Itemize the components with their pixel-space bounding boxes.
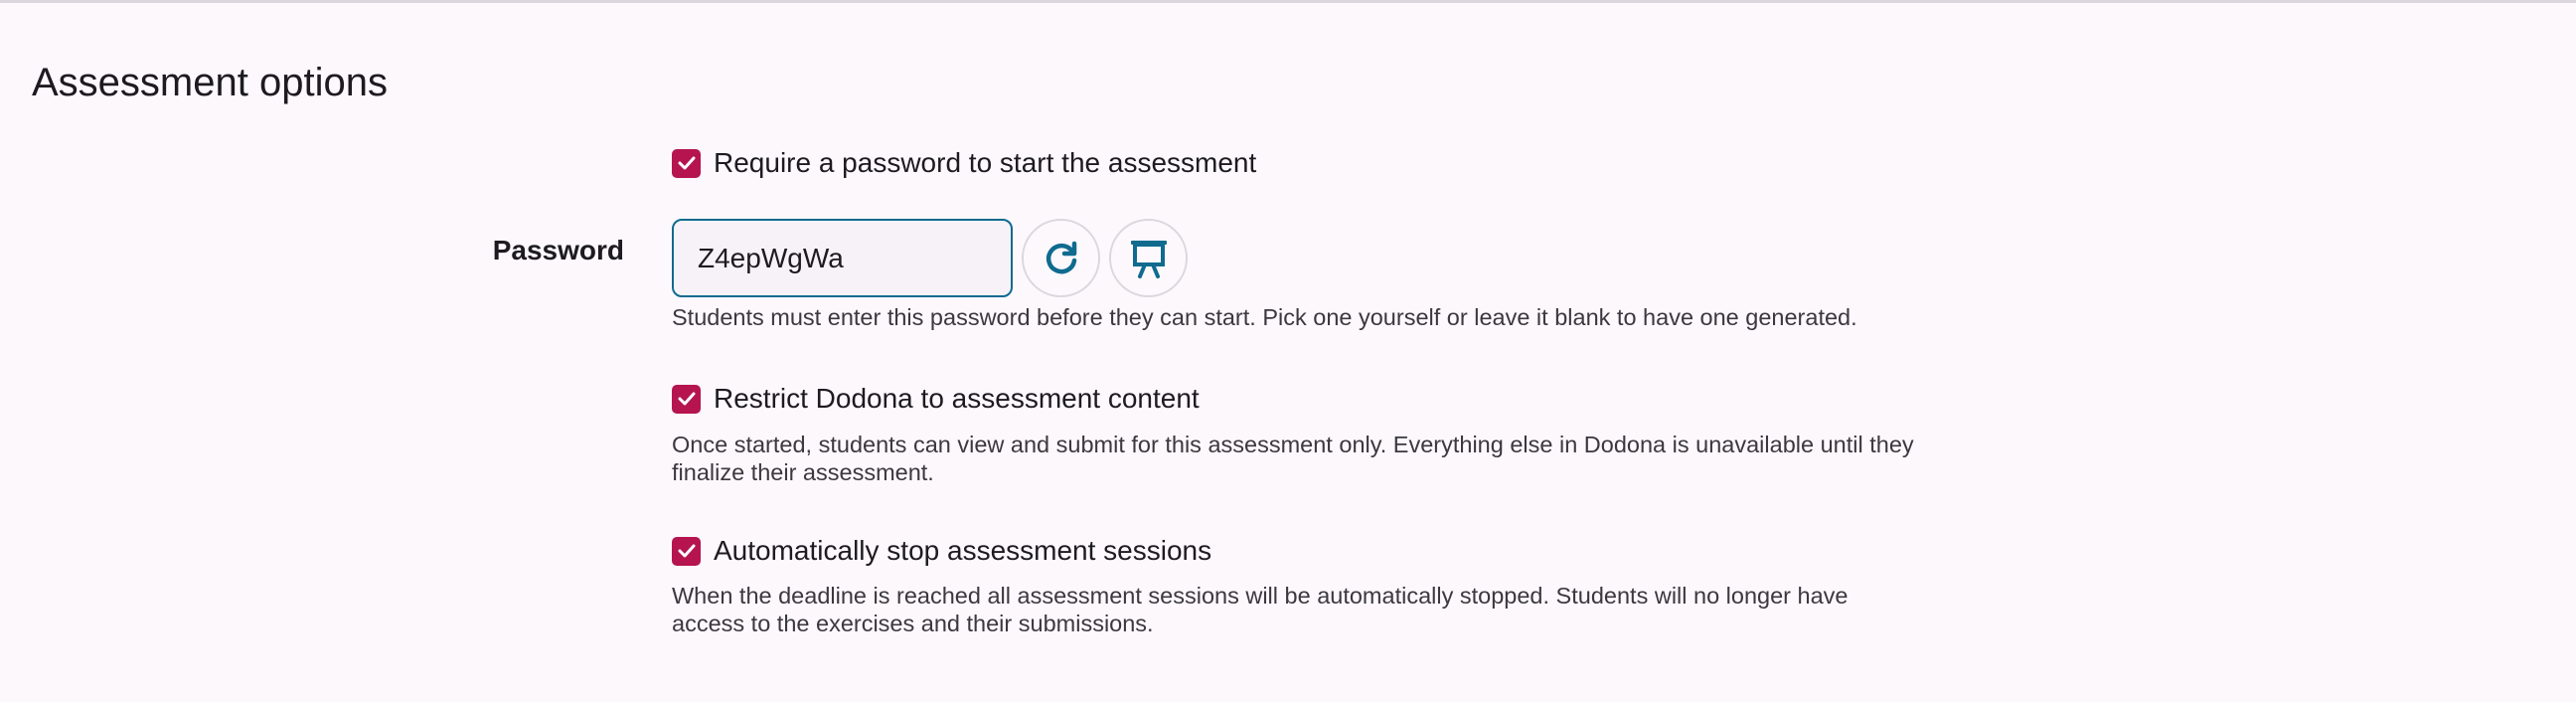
require-password-label: Require a password to start the assessme… — [714, 147, 1257, 178]
auto-stop-label: Automatically stop assessment sessions — [714, 535, 1212, 566]
refresh-icon — [1046, 241, 1076, 273]
require-password-checkbox[interactable] — [672, 148, 701, 178]
check-icon — [678, 392, 695, 406]
require-password-option[interactable]: Require a password to start the assessme… — [672, 146, 1256, 180]
auto-stop-help-text: When the deadline is reached all assessm… — [672, 583, 1849, 636]
section-title: Assessment options — [32, 61, 388, 104]
password-help-text: Students must enter this password before… — [672, 304, 1857, 330]
restrict-content-label: Restrict Dodona to assessment content — [714, 383, 1200, 414]
presentation-board-icon — [1130, 240, 1167, 278]
check-icon — [678, 156, 695, 170]
restrict-content-checkbox[interactable] — [672, 384, 701, 414]
restrict-content-option[interactable]: Restrict Dodona to assessment content — [672, 382, 1200, 416]
regenerate-password-button[interactable] — [1022, 219, 1100, 297]
password-input[interactable] — [672, 219, 1013, 297]
password-label: Password — [492, 235, 624, 265]
auto-stop-checkbox[interactable] — [672, 536, 701, 566]
check-icon — [678, 544, 695, 558]
auto-stop-option[interactable]: Automatically stop assessment sessions — [672, 534, 1211, 568]
present-password-button[interactable] — [1109, 219, 1188, 297]
restrict-help-text: Once started, students can view and subm… — [672, 432, 1914, 485]
top-divider — [0, 0, 2576, 3]
